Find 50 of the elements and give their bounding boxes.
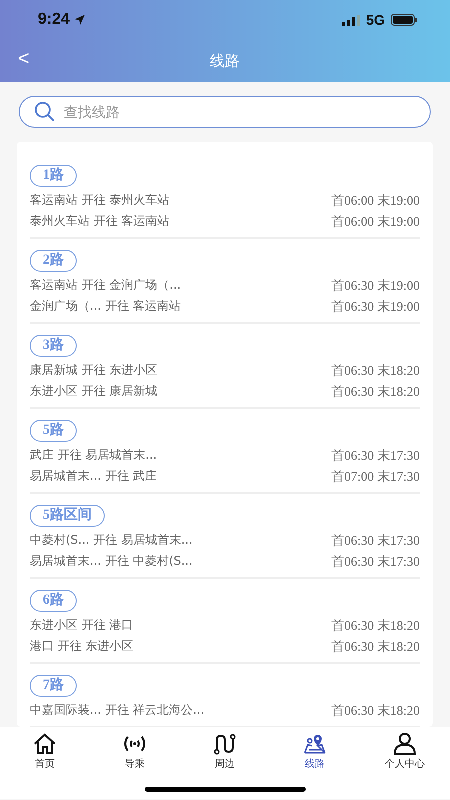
service-hours: 首06:30 末17:30 [332, 532, 420, 550]
signal-bars-icon [342, 14, 360, 26]
network-label: 5G [366, 12, 385, 28]
direction-text[interactable]: 中嘉国际装... 开往 祥云北海公... [30, 702, 205, 719]
tab-bar-item[interactable]: 个人中心 [360, 733, 450, 771]
direction-text[interactable]: 武庄 开往 易居城首末... [30, 447, 158, 464]
service-hours: 首07:00 末17:30 [332, 468, 420, 486]
direction-text[interactable]: 易居城首末... 开往 武庄 [30, 468, 158, 485]
service-hours: 首06:30 末17:30 [332, 446, 420, 464]
route-name-tag[interactable]: 5路 [30, 420, 77, 442]
service-hours: 首06:30 末18:20 [332, 702, 420, 720]
direction-text[interactable]: 客运南站 开往 泰州火车站 [30, 192, 170, 209]
direction-text[interactable]: 东进小区 开往 港口 [30, 617, 134, 634]
tab-bar-item[interactable]: 导乘 [90, 733, 180, 771]
route-icon [213, 733, 237, 755]
location-arrow-icon [74, 14, 86, 26]
service-hours: 首06:30 末17:30 [332, 552, 420, 570]
direction-text[interactable]: 易居城首末... 开往 中菱村(S... [30, 553, 193, 570]
service-hours: 首06:00 末19:00 [332, 192, 420, 210]
route-name-tag[interactable]: 2路 [30, 250, 77, 272]
direction-text[interactable]: 客运南站 开往 金润广场（... [30, 277, 182, 294]
map-pin-icon [303, 733, 327, 755]
direction-text[interactable]: 中菱村(S... 开往 易居城首末... [30, 532, 193, 549]
person-icon [393, 733, 417, 755]
direction-text[interactable]: 康居新城 开往 东进小区 [30, 362, 158, 379]
route-name-tag[interactable]: 5路区间 [30, 505, 105, 527]
tab-bar-item[interactable]: 线路 [270, 733, 360, 771]
direction-text[interactable]: 港口 开往 东进小区 [30, 638, 134, 655]
page-title: 线路 [210, 52, 240, 70]
route-name-tag[interactable]: 1路 [30, 165, 77, 187]
service-hours: 首06:30 末19:00 [332, 276, 420, 294]
route-name-tag[interactable]: 3路 [30, 335, 77, 357]
service-hours: 首06:30 末18:20 [332, 616, 420, 634]
service-hours: 首06:30 末19:00 [332, 298, 420, 316]
service-hours: 首06:00 末19:00 [332, 212, 420, 230]
tab-bar-item[interactable]: 周边 [180, 733, 270, 771]
route-name-tag[interactable]: 6路 [30, 590, 77, 612]
route-name-tag[interactable]: 7路 [30, 675, 77, 697]
direction-text[interactable]: 金润广场（... 开往 客运南站 [30, 298, 182, 315]
service-hours: 首06:30 末18:20 [332, 362, 420, 380]
search-field[interactable]: 查找线路 [19, 96, 431, 128]
direction-text[interactable]: 泰州火车站 开往 客运南站 [30, 213, 170, 230]
home-icon [33, 733, 57, 755]
clock-time: 9:24 [38, 11, 70, 29]
service-hours: 首06:30 末18:20 [332, 382, 420, 400]
direction-text[interactable]: 东进小区 开往 康居新城 [30, 383, 158, 400]
tab-bar-item[interactable]: 首页 [0, 733, 90, 771]
service-hours: 首06:30 末18:20 [332, 638, 420, 656]
back-button[interactable]: < [14, 48, 34, 71]
battery-icon [391, 14, 418, 26]
